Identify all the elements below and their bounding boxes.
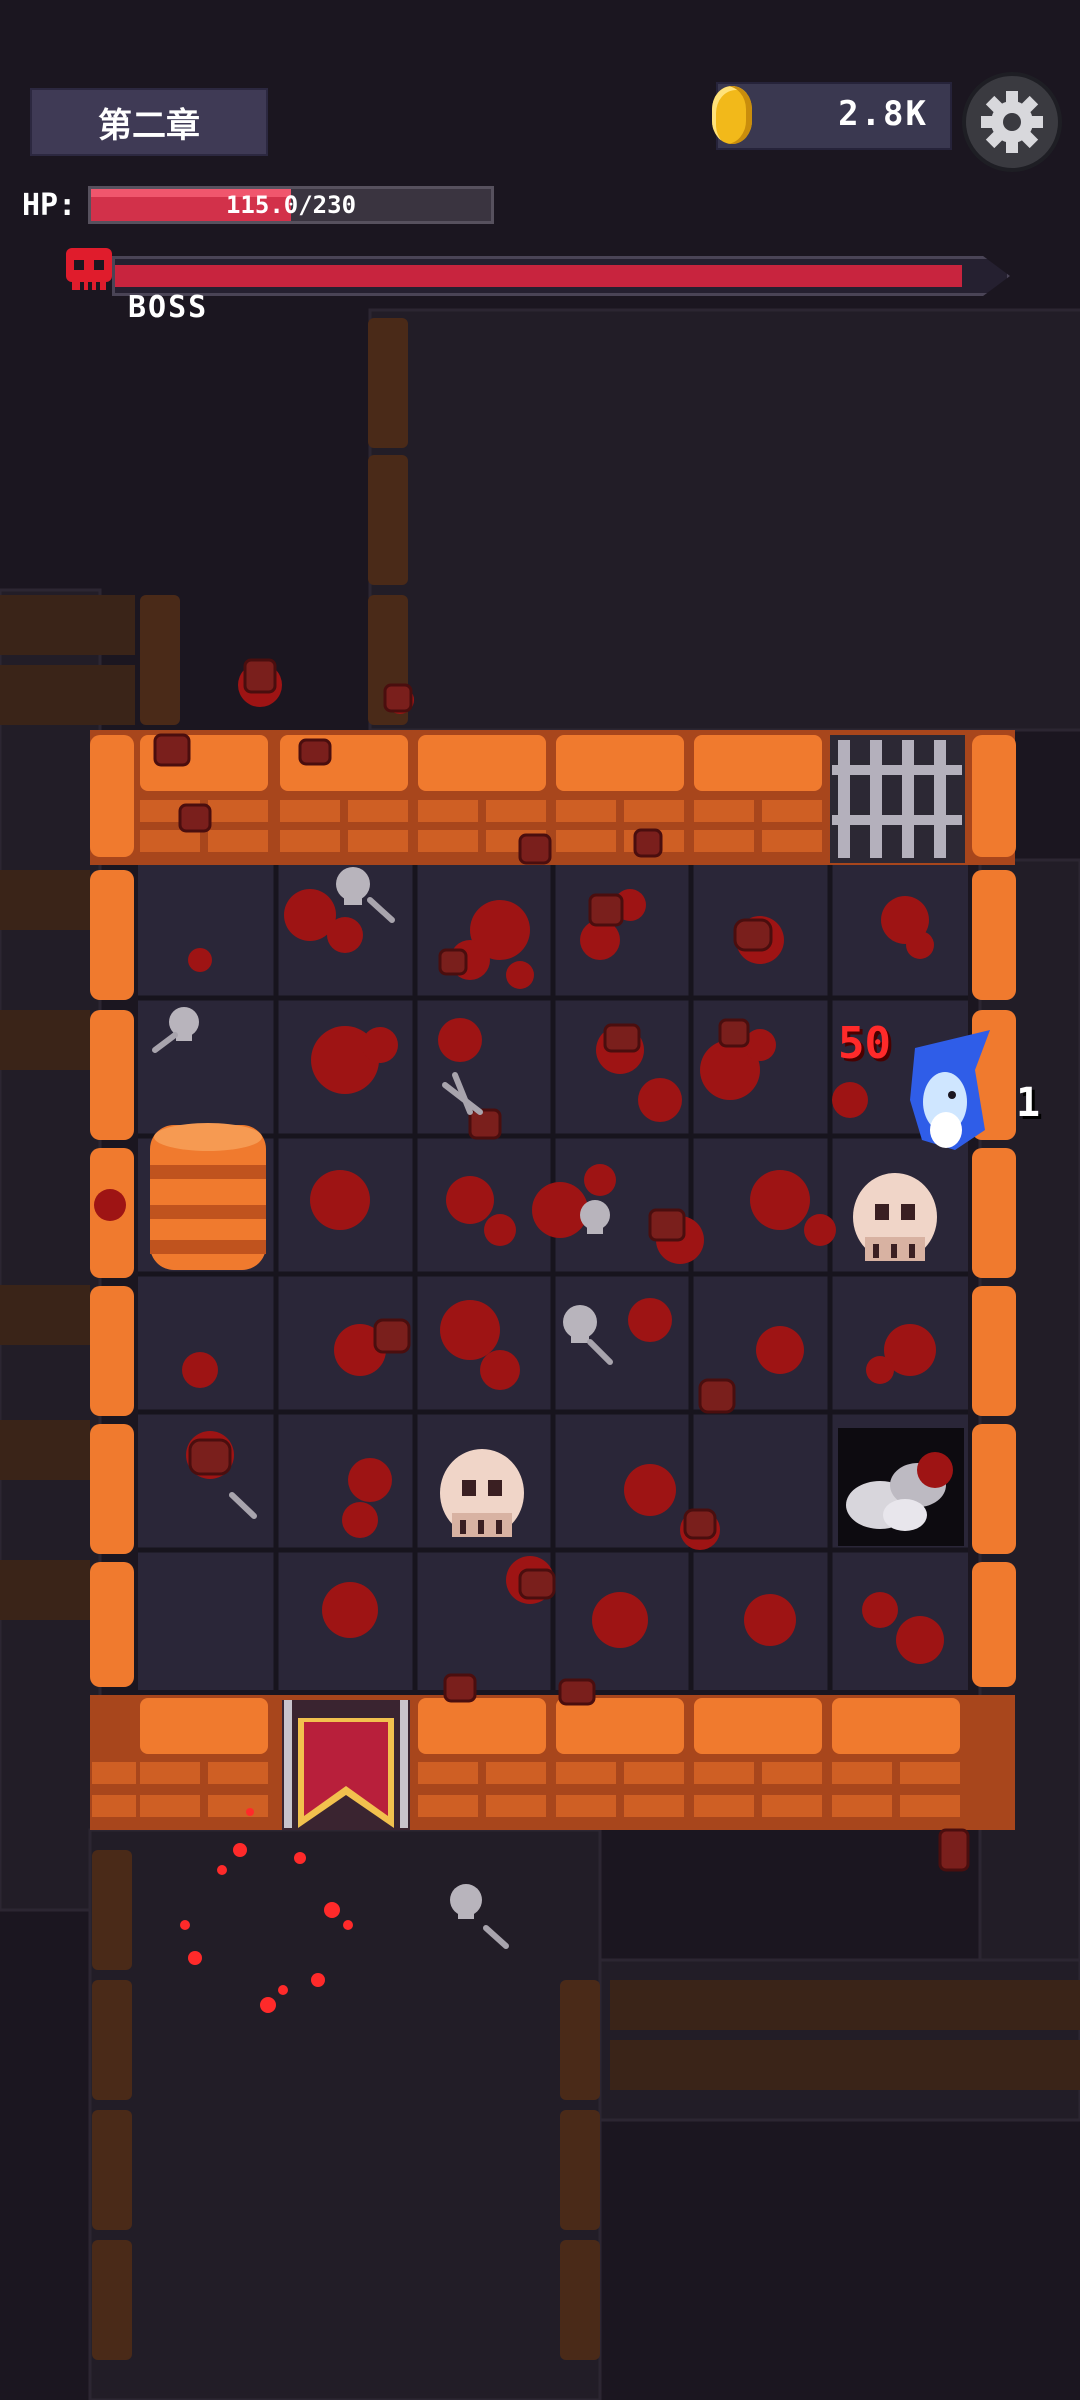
settings-button[interactable] — [962, 72, 1062, 172]
player-hp-text: 115.0/230 — [225, 191, 357, 219]
damage-number: 50 — [838, 1018, 891, 1069]
skull-enemy[interactable] — [440, 1449, 524, 1537]
right-wall — [972, 735, 1016, 1687]
chapter-label: 第二章 — [30, 88, 268, 156]
skull-enemy[interactable] — [853, 1173, 937, 1261]
coin-value: 2.8K — [838, 94, 928, 134]
hp-label: HP: — [22, 188, 77, 223]
bottom-wall — [90, 1695, 1015, 1830]
dungeon-scene — [0, 0, 1080, 2400]
coin-counter: 2.8K — [712, 82, 952, 150]
barrel[interactable] — [150, 1123, 266, 1270]
player-hp-bar: 115.0/230 — [88, 186, 494, 224]
banner-icon[interactable] — [282, 1700, 410, 1830]
damage-number-small: 1 — [1016, 1080, 1041, 1126]
ghost-player-icon[interactable] — [910, 1030, 990, 1150]
boulder-pile[interactable] — [838, 1428, 964, 1546]
coin-icon — [712, 86, 752, 144]
boss-label: BOSS — [128, 290, 209, 325]
boss-hp-fill — [115, 265, 963, 287]
boss-hp-bar — [112, 256, 1010, 296]
iron-gate — [830, 735, 965, 863]
boss-skull-icon — [66, 248, 112, 290]
gear-icon — [981, 91, 1043, 153]
top-wall — [90, 730, 1015, 865]
